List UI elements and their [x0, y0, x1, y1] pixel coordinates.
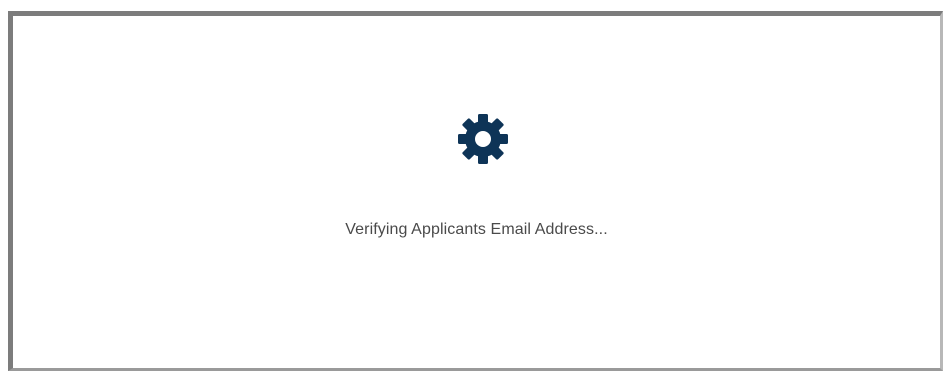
verification-status-text: Verifying Applicants Email Address...: [345, 221, 608, 238]
verification-dialog: Verifying Applicants Email Address...: [8, 11, 943, 371]
gear-icon: [456, 112, 510, 166]
